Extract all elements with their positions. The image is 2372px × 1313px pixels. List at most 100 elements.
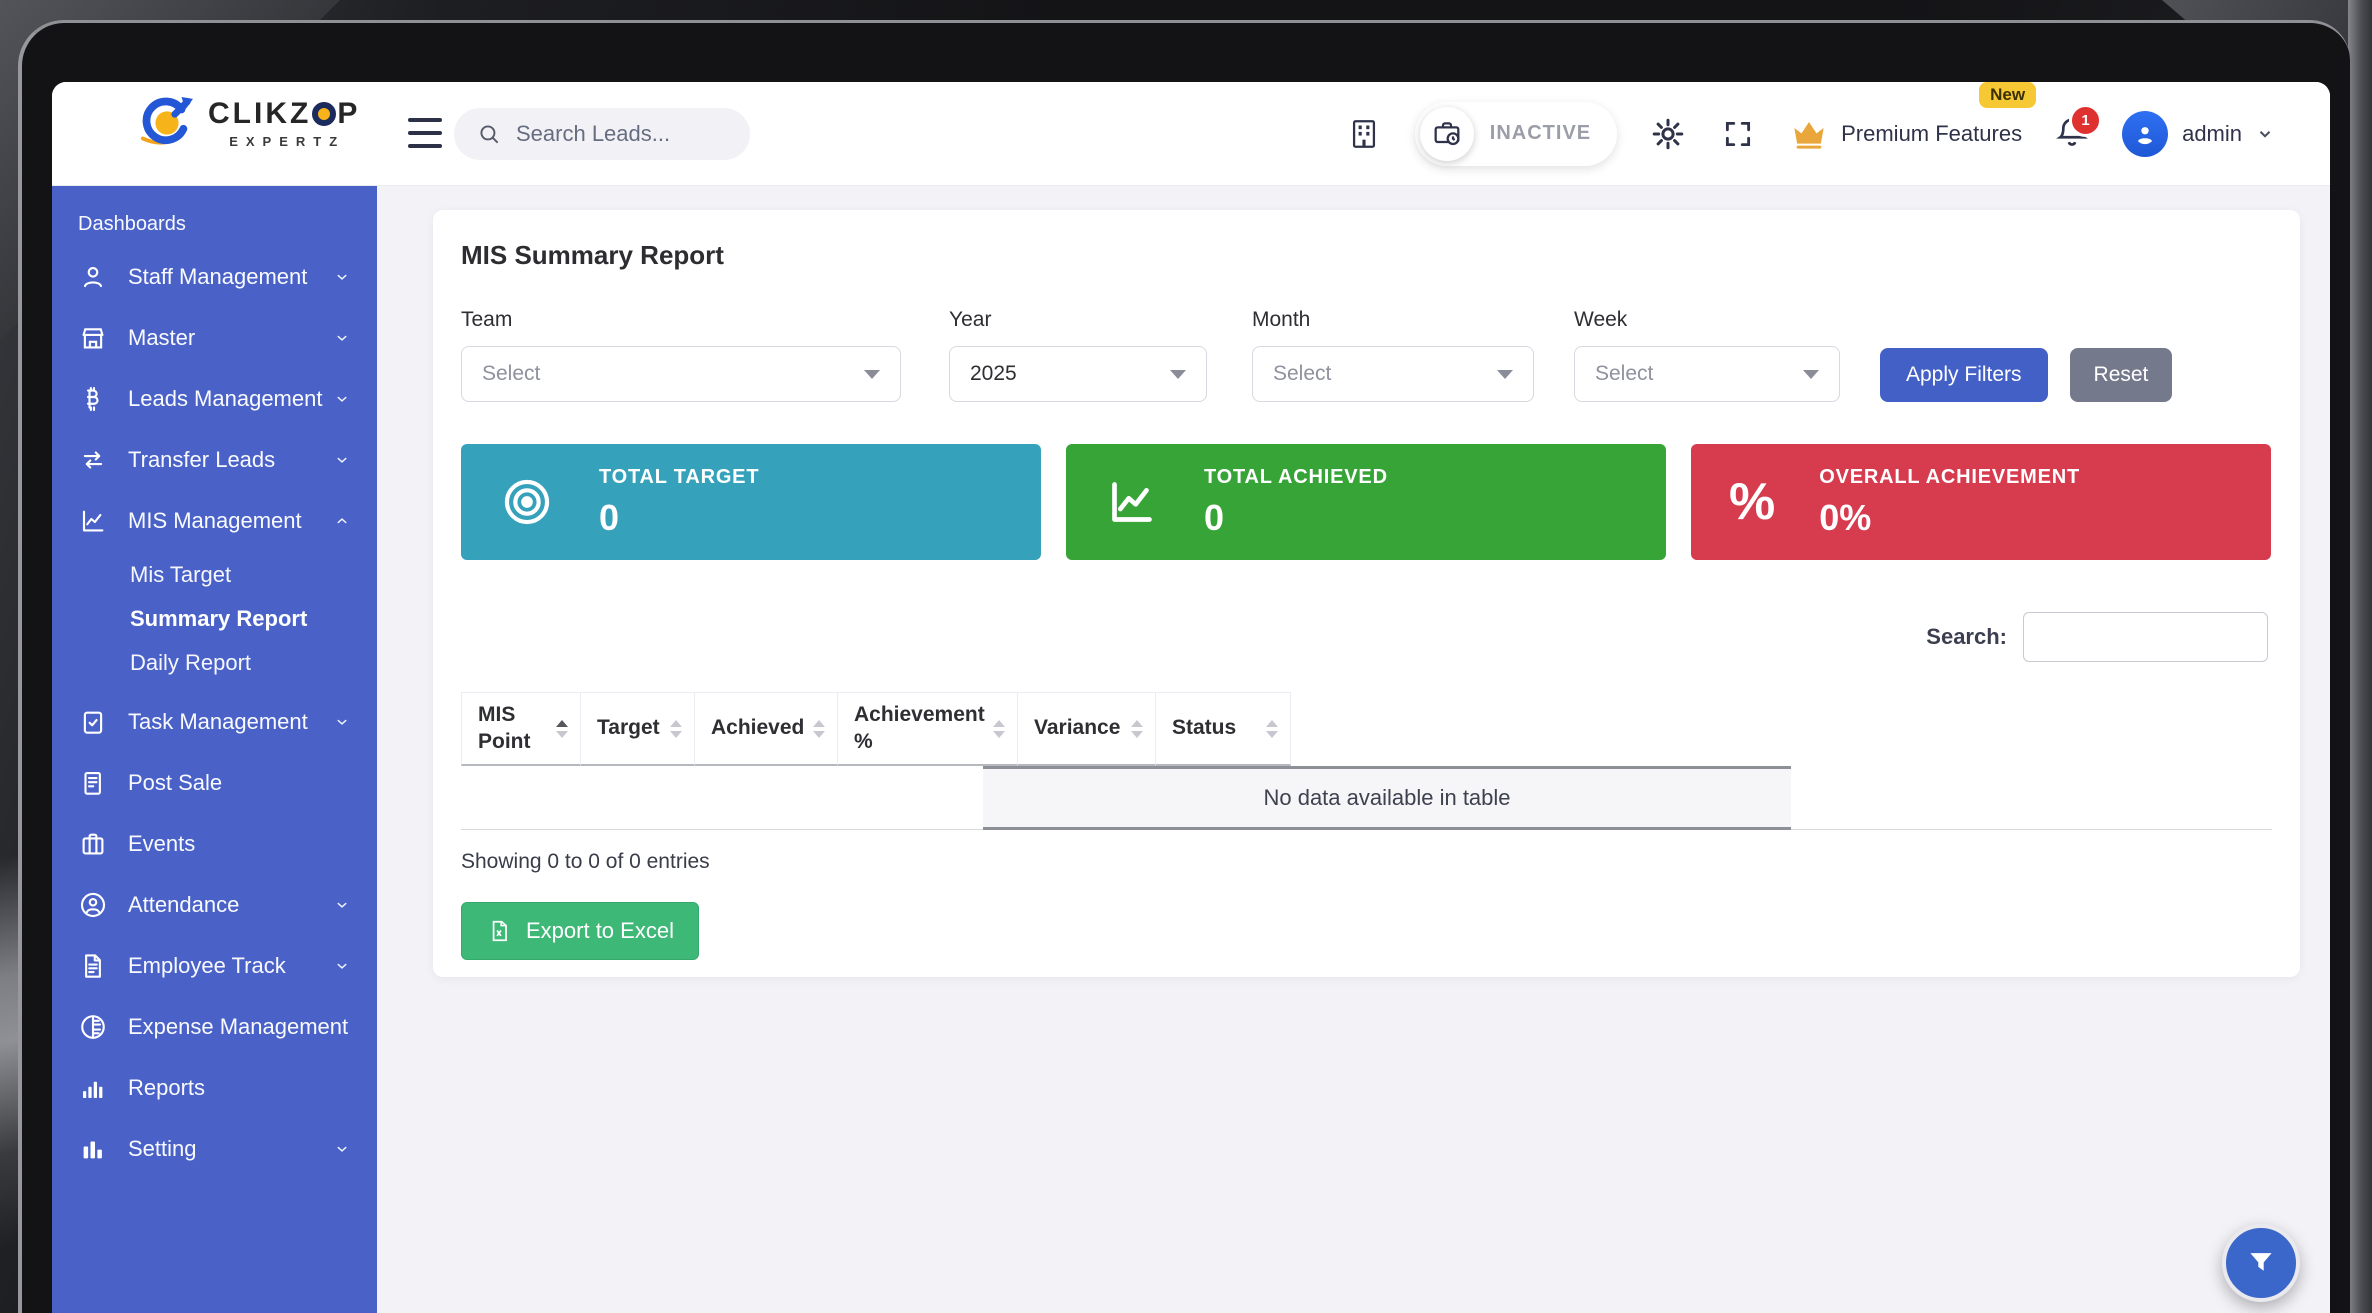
column-header-achieved[interactable]: Achieved — [695, 692, 838, 766]
select-caret-icon — [864, 370, 880, 379]
sidebar-item-mis-target[interactable]: Mis Target — [52, 553, 377, 597]
month-select[interactable]: Select — [1252, 346, 1534, 402]
sidebar-item-daily-report[interactable]: Daily Report — [52, 641, 377, 685]
store-icon — [78, 323, 108, 353]
chevron-down-icon — [333, 390, 351, 408]
team-select[interactable]: Select — [461, 346, 901, 402]
global-search[interactable]: Search Leads... — [454, 108, 750, 160]
sidebar-item-attendance[interactable]: Attendance — [52, 874, 377, 935]
brand-tagline: EXPERTZ — [223, 134, 345, 149]
settings-button[interactable] — [1649, 115, 1687, 153]
sort-icons — [1266, 720, 1278, 738]
sidebar-item-task-management[interactable]: Task Management — [52, 691, 377, 752]
new-badge: New — [1979, 82, 2036, 108]
filter-fab-button[interactable] — [2222, 1224, 2300, 1302]
stat-value: 0 — [599, 497, 759, 539]
sidebar-section-dashboards[interactable]: Dashboards — [78, 213, 377, 236]
select-caret-icon — [1170, 370, 1186, 379]
logo-o-mark — [312, 102, 336, 126]
clipboard-check-icon — [78, 707, 108, 737]
column-header-target[interactable]: Target — [581, 692, 695, 766]
menu-toggle-button[interactable] — [408, 118, 442, 148]
sidebar-item-reports[interactable]: Reports — [52, 1057, 377, 1118]
file-text-icon — [78, 951, 108, 981]
sidebar-item-transfer-leads[interactable]: Transfer Leads — [52, 429, 377, 490]
notification-count-badge: 1 — [2069, 104, 2102, 137]
chevron-down-icon — [333, 268, 351, 286]
page-title: MIS Summary Report — [461, 240, 724, 271]
sidebar-submenu-mis: Mis Target Summary Report Daily Report — [52, 551, 377, 691]
user-menu[interactable]: admin — [2122, 111, 2274, 157]
crown-icon — [1789, 114, 1829, 154]
table-search-row: Search: — [1926, 612, 2268, 662]
excel-file-icon — [486, 918, 512, 944]
week-select[interactable]: Select — [1574, 346, 1840, 402]
sidebar-item-post-sale[interactable]: Post Sale — [52, 752, 377, 813]
sidebar-item-staff-management[interactable]: Staff Management — [52, 246, 377, 307]
sidebar-item-leads-management[interactable]: Leads Management — [52, 368, 377, 429]
chevron-up-icon — [333, 512, 351, 530]
sidebar-item-events[interactable]: Events — [52, 813, 377, 874]
attendance-status-toggle[interactable]: INACTIVE — [1415, 102, 1617, 166]
select-caret-icon — [1497, 370, 1513, 379]
sidebar-item-summary-report[interactable]: Summary Report — [52, 597, 377, 641]
main-content: MIS Summary Report Team Select Year — [377, 185, 2330, 1313]
sidebar-item-employee-track[interactable]: Employee Track — [52, 935, 377, 996]
work-status-icon-circle — [1420, 107, 1474, 161]
premium-features-button[interactable]: Premium Features New — [1789, 114, 2022, 154]
select-caret-icon — [1803, 370, 1819, 379]
table-search-input[interactable] — [2023, 612, 2268, 662]
fullscreen-icon — [1721, 117, 1755, 151]
empty-table-message: No data available in table — [983, 766, 1791, 830]
column-header-variance[interactable]: Variance — [1018, 692, 1156, 766]
company-button[interactable] — [1345, 115, 1383, 153]
chevron-down-icon — [333, 329, 351, 347]
year-select[interactable]: 2025 — [949, 346, 1207, 402]
premium-features-label: Premium Features — [1841, 121, 2022, 147]
target-icon — [499, 474, 555, 530]
chevron-down-icon — [333, 957, 351, 975]
status-label: INACTIVE — [1490, 122, 1591, 145]
reset-button[interactable]: Reset — [2070, 348, 2173, 402]
sidebar-item-expense-management[interactable]: Expense Management — [52, 996, 377, 1057]
chevron-down-icon — [333, 1140, 351, 1158]
sidebar-item-mis-management[interactable]: MIS Management — [52, 490, 377, 551]
month-filter-label: Month — [1252, 308, 1534, 332]
column-header-achievement-pct[interactable]: Achievement % — [838, 692, 1018, 766]
stat-value: 0% — [1819, 497, 2080, 539]
briefcase-icon — [78, 829, 108, 859]
device-frame: CLIKZP EXPERTZ Search Leads... — [18, 20, 2350, 1313]
coin-icon — [78, 1012, 108, 1042]
apply-filters-button[interactable]: Apply Filters — [1880, 348, 2048, 402]
brand-name-left: CLIKZ — [208, 97, 311, 131]
column-header-status[interactable]: Status — [1156, 692, 1291, 766]
year-filter-label: Year — [949, 308, 1207, 332]
chart-line-icon — [78, 506, 108, 536]
user-icon — [2132, 121, 2158, 147]
notifications-button[interactable]: 1 — [2054, 114, 2090, 153]
top-navbar: CLIKZP EXPERTZ Search Leads... — [52, 82, 2330, 186]
stat-label: OVERALL ACHIEVEMENT — [1819, 466, 2080, 489]
sidebar-item-setting[interactable]: Setting — [52, 1118, 377, 1179]
sidebar-item-master[interactable]: Master — [52, 307, 377, 368]
background-shape-right-edge — [2348, 0, 2372, 1313]
bars-icon — [78, 1134, 108, 1164]
person-circle-icon — [78, 890, 108, 920]
sort-icons — [993, 720, 1005, 738]
funnel-icon — [2244, 1246, 2278, 1280]
chevron-down-icon — [333, 896, 351, 914]
filter-row: Team Select Year 2025 — [461, 308, 2172, 402]
column-header-mis-point[interactable]: MIS Point — [461, 692, 581, 766]
stat-label: TOTAL TARGET — [599, 466, 759, 489]
total-achieved-card: TOTAL ACHIEVED 0 — [1066, 444, 1666, 560]
stat-value: 0 — [1204, 497, 1388, 539]
chevron-down-icon — [333, 451, 351, 469]
transfer-arrows-icon — [78, 445, 108, 475]
brand-logo: CLIKZP EXPERTZ — [138, 94, 360, 152]
export-to-excel-button[interactable]: Export to Excel — [461, 902, 699, 960]
avatar — [2122, 111, 2168, 157]
fullscreen-button[interactable] — [1719, 115, 1757, 153]
app-window: CLIKZP EXPERTZ Search Leads... — [52, 82, 2330, 1313]
week-filter-label: Week — [1574, 308, 1840, 332]
table-body: No data available in table — [461, 766, 2272, 830]
